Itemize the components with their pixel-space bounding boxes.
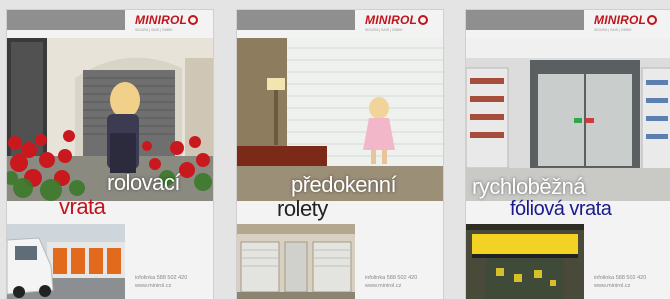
contact-web[interactable]: www.minirol.cz — [135, 282, 187, 290]
logo-tagline: SIGURA | SAIS | GMBH — [365, 28, 403, 32]
logo-ring-icon — [188, 15, 199, 25]
headline-line-2: rolety — [277, 196, 328, 221]
minirol-logo: MINIROL SIGURA | SAIS | GMBH — [365, 14, 435, 34]
logo-wordmark: MINIROL — [135, 14, 205, 27]
logo-wordmark: MINIROL — [594, 14, 664, 27]
header-bar — [7, 10, 125, 30]
header-bar — [466, 10, 584, 30]
logo-ring-icon — [418, 15, 429, 25]
contact-web[interactable]: www.minirol.cz — [594, 282, 646, 290]
headline-line-1: předokenní — [291, 172, 397, 197]
headline-line-2: vrata — [59, 194, 106, 219]
minirol-logo: MINIROL SIGURA | SAIS | GMBH — [135, 14, 205, 34]
brochure-rychlobezna-foliova-vrata[interactable]: MINIROL SIGURA | SAIS | GMBH rychloběžná… — [466, 10, 670, 299]
logo-ring-icon — [647, 15, 658, 25]
brochure-predokenni-rolety[interactable]: MINIROL SIGURA | SAIS | GMBH předokenní … — [237, 10, 443, 299]
secondary-photo — [7, 224, 125, 299]
contact-phone: infolinka 588 502 420 — [594, 275, 647, 281]
headline-line-1: rolovací — [107, 170, 181, 195]
secondary-photo — [466, 224, 584, 299]
headline-line-2: fóliová vrata — [510, 198, 612, 220]
logo-tagline: SIGURA | SAIS | GMBH — [594, 28, 632, 32]
header-bar — [237, 10, 355, 30]
contact-info: infolinka 588 502 420 www.minirol.cz — [135, 274, 187, 290]
contact-phone: infolinka 588 502 420 — [365, 275, 418, 281]
secondary-photo — [237, 224, 355, 299]
headline-line-1: rychloběžná — [472, 174, 586, 199]
contact-phone: infolinka 588 502 420 — [135, 275, 188, 281]
minirol-logo: MINIROL SIGURA | SAIS | GMBH — [594, 14, 664, 34]
logo-wordmark: MINIROL — [365, 14, 435, 27]
contact-info: infolinka 588 502 420 www.minirol.cz — [365, 274, 417, 290]
contact-info: infolinka 588 502 420 www.minirol.cz — [594, 274, 646, 290]
brochure-rolovaci-vrata[interactable]: MINIROL SIGURA | SAIS | GMBH rolovací vr… — [7, 10, 213, 299]
logo-tagline: SIGURA | SAIS | GMBH — [135, 28, 173, 32]
contact-web[interactable]: www.minirol.cz — [365, 282, 417, 290]
